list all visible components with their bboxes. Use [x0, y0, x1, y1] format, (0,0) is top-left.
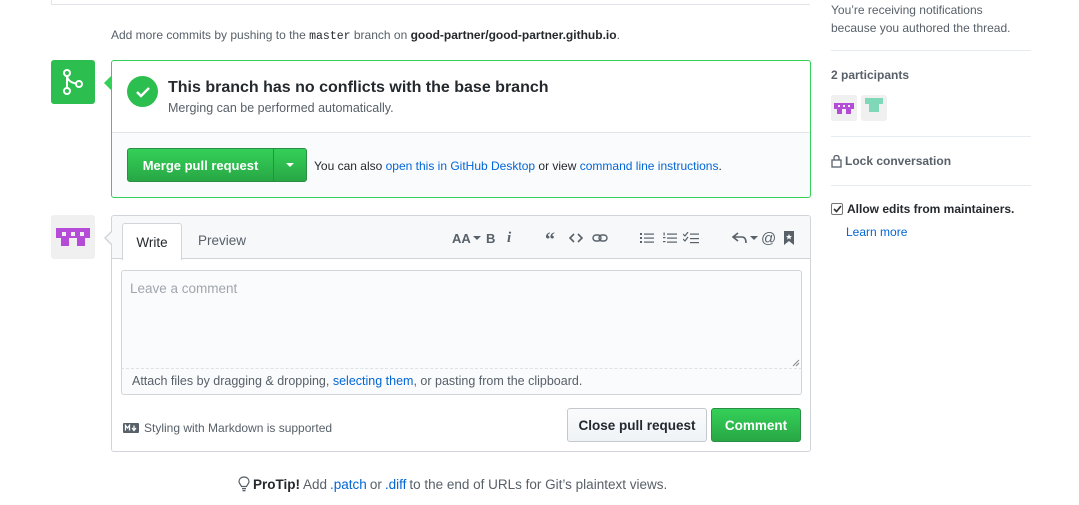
allow-edits-checkbox[interactable] — [831, 203, 843, 215]
quote-button[interactable]: “ — [545, 228, 555, 251]
markdown-icon — [123, 423, 139, 433]
lightbulb-icon — [238, 476, 250, 492]
close-pull-request-button[interactable]: Close pull request — [567, 408, 707, 442]
merge-method-dropdown[interactable] — [273, 148, 307, 182]
allow-edits-option[interactable]: Allow edits from maintainers. — [831, 202, 1014, 216]
check-icon — [832, 205, 842, 213]
patch-link[interactable]: .patch — [330, 477, 367, 492]
merge-status-box: This branch has no conflicts with the ba… — [104, 60, 811, 198]
quote-icon: “ — [545, 228, 555, 251]
command-line-instructions-link[interactable]: command line instructions — [580, 159, 719, 173]
italic-button[interactable]: i — [507, 229, 511, 247]
bold-button[interactable]: B — [486, 229, 495, 247]
repo-name: good-partner/good-partner.github.io — [410, 28, 617, 42]
link-button[interactable] — [592, 229, 608, 247]
merge-status-subtitle: Merging can be performed automatically. — [168, 101, 394, 115]
reply-icon — [732, 232, 747, 244]
bulleted-list-button[interactable] — [640, 229, 654, 247]
task-list-icon — [683, 232, 699, 244]
italic-icon: i — [507, 229, 512, 246]
unordered-list-icon — [640, 233, 654, 243]
merge-pull-request-button[interactable]: Merge pull request — [127, 148, 274, 182]
tab-preview[interactable]: Preview — [198, 233, 246, 248]
saved-replies-button[interactable] — [784, 229, 794, 247]
mention-button[interactable]: @ — [761, 229, 776, 247]
avatar[interactable] — [51, 215, 95, 259]
numbered-list-button[interactable] — [663, 229, 677, 247]
chevron-down-icon — [286, 163, 294, 167]
learn-more-link[interactable]: Learn more — [846, 225, 907, 239]
git-merge-icon — [51, 60, 95, 104]
comment-placeholder: Leave a comment — [130, 281, 238, 296]
protip: ProTip! Add .patch or .diff to the end o… — [238, 476, 667, 492]
tab-write[interactable]: Write — [122, 223, 182, 260]
comment-form: Write Preview AA B i “ @ Leave a comment… — [104, 215, 811, 452]
comment-textarea[interactable]: Leave a comment — [121, 270, 802, 369]
diff-link[interactable]: .diff — [385, 477, 407, 492]
reply-button[interactable] — [732, 229, 758, 247]
participant-avatar[interactable] — [861, 95, 887, 121]
open-github-desktop-link[interactable]: open this in GitHub Desktop — [386, 159, 535, 173]
participants-title: 2 participants — [831, 68, 910, 82]
lock-conversation[interactable]: Lock conversation — [831, 154, 951, 168]
comment-tabs: Write Preview AA B i “ @ — [112, 216, 810, 260]
header-icon: AA — [452, 230, 471, 246]
select-files-link[interactable]: selecting them — [333, 374, 414, 388]
comment-button[interactable]: Comment — [711, 408, 801, 442]
branch-name: master — [309, 30, 351, 43]
lock-icon — [831, 154, 842, 168]
link-icon — [592, 234, 608, 242]
check-icon — [127, 76, 158, 107]
merge-alternatives: You can also open this in GitHub Desktop… — [314, 159, 722, 173]
markdown-note[interactable]: Styling with Markdown is supported — [123, 421, 332, 435]
mention-icon: @ — [761, 229, 777, 247]
notification-reason: You’re receiving notifications because y… — [831, 3, 1011, 35]
push-note: Add more commits by pushing to the maste… — [111, 28, 620, 43]
merge-status-title: This branch has no conflicts with the ba… — [168, 79, 549, 96]
resize-handle-icon[interactable] — [792, 359, 800, 367]
participant-avatar[interactable] — [831, 95, 857, 121]
code-button[interactable] — [569, 229, 583, 247]
timeline-divider — [51, 0, 810, 5]
task-list-button[interactable] — [683, 229, 699, 247]
bookmark-icon — [784, 231, 794, 245]
bold-icon: B — [486, 230, 496, 246]
header-text-button[interactable]: AA — [452, 229, 481, 247]
file-attachment-area[interactable]: Attach files by dragging & dropping, sel… — [121, 369, 802, 395]
code-icon — [569, 233, 583, 243]
ordered-list-icon — [663, 232, 677, 243]
